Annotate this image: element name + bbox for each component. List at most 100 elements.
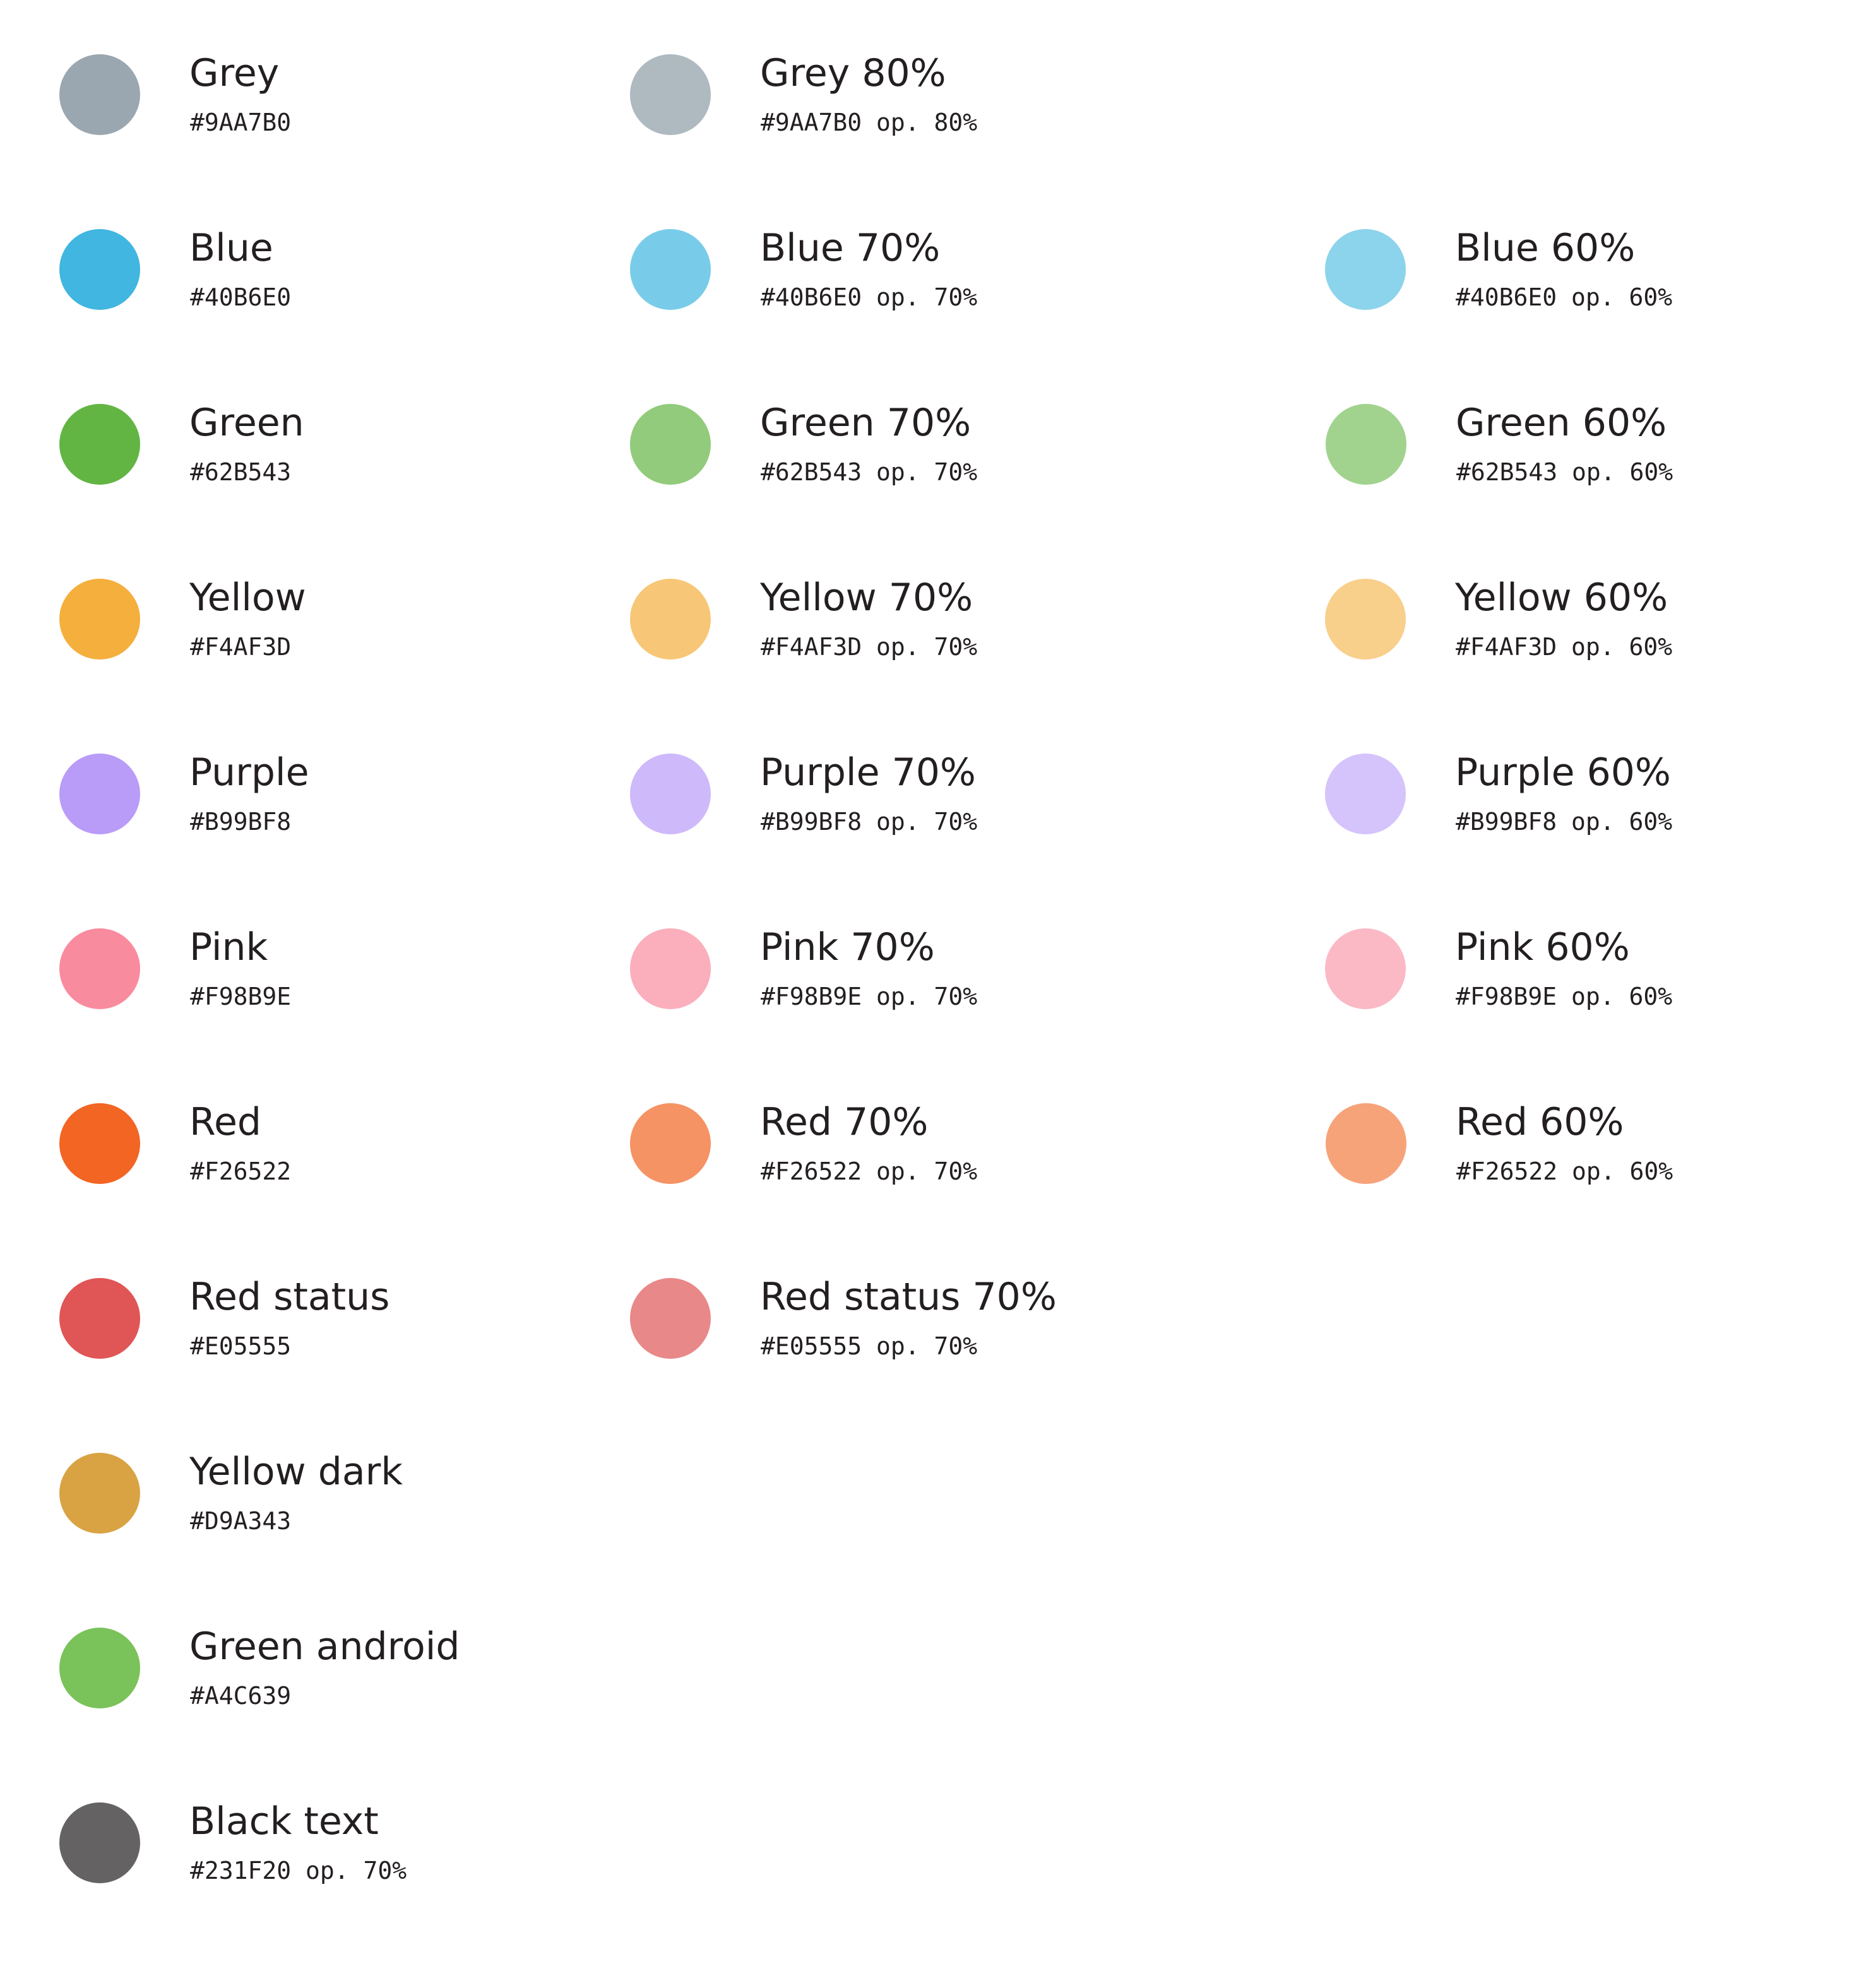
color-dot xyxy=(59,1278,140,1359)
swatch-black-text: Black text #231F20 op. 70% xyxy=(0,1748,568,1884)
swatch-purple: Purple #B99BF8 xyxy=(0,699,568,836)
swatch-purple-60: Purple 60% #B99BF8 op. 60% xyxy=(1266,699,1834,836)
color-name: Black text xyxy=(189,1799,379,1843)
color-name: Pink xyxy=(189,925,268,969)
color-dot xyxy=(630,54,711,135)
swatch-red-70: Red 70% #F26522 op. 70% xyxy=(571,1049,1139,1185)
color-name: Green 70% xyxy=(760,401,972,445)
swatch-grey: Grey #9AA7B0 xyxy=(0,0,568,136)
swatch-yellow-70: Yellow 70% #F4AF3D op. 70% xyxy=(571,524,1139,661)
color-name: Blue xyxy=(189,226,273,270)
swatch-pink-70: Pink 70% #F98B9E op. 70% xyxy=(571,874,1139,1010)
swatch-green-60: Green 60% #62B543 op. 60% xyxy=(1266,350,1834,486)
color-name: Yellow dark xyxy=(189,1450,403,1494)
color-code: #E05555 op. 70% xyxy=(761,1332,978,1360)
color-name: Blue 70% xyxy=(760,226,941,270)
color-code: #E05555 xyxy=(190,1332,292,1360)
color-name: Grey 80% xyxy=(760,51,946,95)
color-code: #F26522 op. 70% xyxy=(761,1157,978,1185)
color-dot xyxy=(1326,1103,1406,1184)
swatch-purple-70: Purple 70% #B99BF8 op. 70% xyxy=(571,699,1139,836)
color-dot xyxy=(59,1628,140,1708)
color-dot xyxy=(59,1103,140,1184)
color-dot xyxy=(630,1278,711,1359)
color-code: #40B6E0 xyxy=(190,283,292,311)
color-name: Green android xyxy=(189,1624,460,1669)
swatch-yellow-dark: Yellow dark #D9A343 xyxy=(0,1399,568,1535)
color-code: #F26522 op. 60% xyxy=(1456,1157,1673,1185)
swatch-red: Red #F26522 xyxy=(0,1049,568,1185)
color-dot xyxy=(59,404,140,485)
color-code: #F98B9E op. 70% xyxy=(761,983,978,1010)
color-name: Purple 70% xyxy=(760,750,976,795)
color-dot xyxy=(59,1453,140,1534)
color-code: #231F20 op. 70% xyxy=(190,1857,407,1884)
color-dot xyxy=(59,229,140,310)
color-dot xyxy=(1325,754,1406,834)
swatch-blue-60: Blue 60% #40B6E0 op. 60% xyxy=(1266,175,1834,311)
color-code: #9AA7B0 op. 80% xyxy=(761,109,978,136)
color-code: #40B6E0 op. 60% xyxy=(1456,283,1673,311)
color-dot xyxy=(59,1802,140,1883)
color-name: Red xyxy=(189,1100,261,1144)
color-dot xyxy=(1325,579,1406,660)
color-dot xyxy=(59,754,140,834)
swatch-red-status: Red status #E05555 xyxy=(0,1224,568,1360)
swatch-red-status-70: Red status 70% #E05555 op. 70% xyxy=(571,1224,1139,1360)
color-dot xyxy=(59,579,140,660)
color-code: #B99BF8 op. 60% xyxy=(1456,808,1673,836)
color-name: Red status 70% xyxy=(760,1275,1057,1319)
color-code: #F98B9E xyxy=(190,983,292,1010)
swatch-blue: Blue #40B6E0 xyxy=(0,175,568,311)
color-code: #40B6E0 op. 70% xyxy=(761,283,978,311)
swatch-green: Green #62B543 xyxy=(0,350,568,486)
color-name: Purple 60% xyxy=(1455,750,1671,795)
color-code: #D9A343 xyxy=(190,1507,292,1535)
color-dot xyxy=(630,928,711,1009)
color-name: Yellow xyxy=(189,576,306,620)
color-name: Purple xyxy=(189,750,309,795)
swatch-red-60: Red 60% #F26522 op. 60% xyxy=(1266,1049,1834,1185)
color-palette: Grey #9AA7B0 Grey 80% #9AA7B0 op. 80% Bl… xyxy=(0,0,1866,1988)
color-code: #9AA7B0 xyxy=(190,109,292,136)
color-dot xyxy=(630,754,711,834)
color-code: #62B543 op. 70% xyxy=(761,458,978,486)
color-name: Red 70% xyxy=(760,1100,929,1144)
color-dot xyxy=(1325,928,1406,1009)
color-dot xyxy=(630,229,711,310)
swatch-pink-60: Pink 60% #F98B9E op. 60% xyxy=(1266,874,1834,1010)
swatch-green-70: Green 70% #62B543 op. 70% xyxy=(571,350,1139,486)
color-name: Grey xyxy=(189,51,280,95)
color-code: #F98B9E op. 60% xyxy=(1456,983,1673,1010)
color-dot xyxy=(630,579,711,660)
color-name: Pink 60% xyxy=(1455,925,1630,969)
color-name: Yellow 60% xyxy=(1455,576,1668,620)
color-dot xyxy=(1325,229,1406,310)
color-dot xyxy=(630,404,711,485)
color-name: Yellow 70% xyxy=(760,576,973,620)
color-name: Green xyxy=(189,401,304,445)
swatch-yellow: Yellow #F4AF3D xyxy=(0,524,568,661)
color-name: Green 60% xyxy=(1456,401,1667,445)
swatch-blue-70: Blue 70% #40B6E0 op. 70% xyxy=(571,175,1139,311)
color-code: #62B543 xyxy=(190,458,292,486)
color-code: #F4AF3D xyxy=(190,633,292,661)
color-dot xyxy=(59,54,140,135)
color-name: Blue 60% xyxy=(1455,226,1636,270)
color-code: #B99BF8 xyxy=(190,808,292,836)
color-code: #62B543 op. 60% xyxy=(1456,458,1673,486)
color-code: #F4AF3D op. 60% xyxy=(1456,633,1673,661)
color-dot xyxy=(1326,404,1406,485)
swatch-pink: Pink #F98B9E xyxy=(0,874,568,1010)
color-code: #A4C639 xyxy=(190,1682,292,1710)
color-name: Red status xyxy=(189,1275,390,1319)
color-dot xyxy=(59,928,140,1009)
swatch-green-android: Green android #A4C639 xyxy=(0,1573,568,1710)
color-code: #F4AF3D op. 70% xyxy=(761,633,978,661)
swatch-grey-80: Grey 80% #9AA7B0 op. 80% xyxy=(571,0,1139,136)
color-code: #F26522 xyxy=(190,1157,292,1185)
swatch-yellow-60: Yellow 60% #F4AF3D op. 60% xyxy=(1266,524,1834,661)
color-name: Red 60% xyxy=(1456,1100,1624,1144)
color-code: #B99BF8 op. 70% xyxy=(761,808,978,836)
color-dot xyxy=(630,1103,711,1184)
